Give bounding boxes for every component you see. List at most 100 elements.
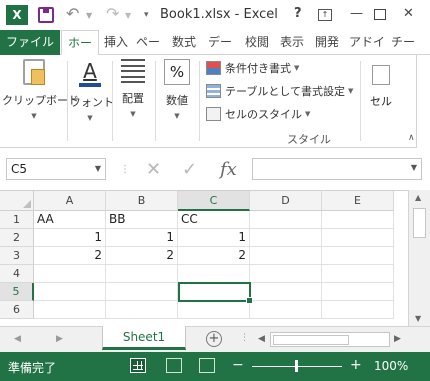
minimize-button[interactable]: — [350,6,363,21]
excel-app-icon[interactable]: X [6,5,28,25]
active-cell-selection[interactable] [178,282,253,304]
cell-d1[interactable] [250,211,322,229]
number-button[interactable]: % 数値 ▼ [159,59,195,120]
tab-file[interactable]: ファイル [0,30,60,55]
close-button[interactable]: ✕ [403,6,414,21]
ribbon-scroll[interactable] [416,55,430,148]
cell-a5[interactable] [34,283,106,301]
tab-team[interactable]: チー [388,30,418,55]
row-header-1[interactable]: 1 [0,211,34,229]
formula-input[interactable]: ▼ [252,158,422,180]
column-header-e[interactable]: E [322,191,394,211]
tab-developer[interactable]: 開発 [311,30,343,55]
add-sheet-button[interactable]: + [206,331,222,347]
cell-b3[interactable]: 2 [106,247,178,265]
redo-dropdown-icon[interactable]: ▼ [125,11,131,20]
clipboard-button[interactable]: クリップボード ▼ [2,59,79,120]
cell-a1[interactable]: AA [34,211,106,229]
zoom-out-button[interactable]: − [232,357,244,373]
conditional-formatting-button[interactable]: 条件付き書式 ▼ [206,59,299,77]
cell-e2[interactable] [322,229,394,247]
redo-icon[interactable]: ↷ [106,4,119,23]
tab-home[interactable]: ホー [61,30,99,56]
cell-e4[interactable] [322,265,394,283]
cell-c6[interactable] [178,301,250,319]
cell-b1[interactable]: BB [106,211,178,229]
column-header-b[interactable]: B [106,191,178,211]
tab-insert[interactable]: 挿入 [101,30,131,55]
sheet-tab-sheet1[interactable]: Sheet1 [102,326,186,350]
tab-view[interactable]: 表示 [276,30,308,55]
cancel-icon[interactable]: ✕ [146,159,161,180]
cell-d6[interactable] [250,301,322,319]
cell-c3[interactable]: 2 [178,247,250,265]
cell-c4[interactable] [178,265,250,283]
help-button[interactable]: ? [294,6,302,21]
page-break-preview-button[interactable] [199,358,215,373]
collapse-ribbon-icon[interactable]: ∧ [408,133,415,143]
formula-bar-splitter[interactable]: ⋮ [120,164,131,175]
undo-icon[interactable]: ↶ [66,4,79,23]
cell-d4[interactable] [250,265,322,283]
cell-b4[interactable] [106,265,178,283]
alignment-button[interactable]: 配置 ▼ [116,59,150,118]
next-sheet-icon[interactable]: ▶ [56,334,63,344]
chevron-down-icon[interactable]: ▼ [95,159,101,179]
horizontal-scroll-thumb[interactable] [273,335,349,345]
cell-d5[interactable] [250,283,322,301]
row-header-6[interactable]: 6 [0,301,34,319]
normal-view-button[interactable] [130,358,146,373]
cell-a3[interactable]: 2 [34,247,106,265]
maximize-button[interactable] [374,9,386,20]
cell-e3[interactable] [322,247,394,265]
scroll-left-icon[interactable]: ◀ [258,334,265,344]
cell-b2[interactable]: 1 [106,229,178,247]
cell-a4[interactable] [34,265,106,283]
tab-page-layout[interactable]: ペー [133,30,163,55]
customize-qat-icon[interactable]: ▾ [144,10,149,20]
cell-d3[interactable] [250,247,322,265]
tab-splitter[interactable]: ⋮ [240,333,249,343]
zoom-level[interactable]: 100% [374,359,408,373]
cell-a2[interactable]: 1 [34,229,106,247]
vertical-scrollbar[interactable]: ▲ ▼ [408,190,430,326]
format-as-table-button[interactable]: テーブルとして書式設定 ▼ [206,82,353,100]
tab-data[interactable]: デー [204,30,236,55]
row-header-5[interactable]: 5 [0,283,34,301]
insert-function-icon[interactable]: fx [220,159,237,180]
scroll-down-icon[interactable]: ▼ [415,314,421,323]
prev-sheet-icon[interactable]: ◀ [14,334,21,344]
scroll-right-icon[interactable]: ▶ [394,334,401,344]
tab-addins[interactable]: アドイ [346,30,388,55]
cell-b5[interactable] [106,283,178,301]
cells-button[interactable]: セル [366,59,396,109]
cell-d2[interactable] [250,229,322,247]
undo-dropdown-icon[interactable]: ▼ [86,11,92,20]
row-header-3[interactable]: 3 [0,247,34,265]
enter-icon[interactable]: ✓ [182,159,197,180]
scroll-thumb[interactable] [413,208,426,238]
tab-formulas[interactable]: 数式 [168,30,200,55]
cell-a6[interactable] [34,301,106,319]
scroll-up-icon[interactable]: ▲ [415,193,421,202]
zoom-slider-thumb[interactable] [295,360,298,372]
cell-e1[interactable] [322,211,394,229]
font-button[interactable]: A フォント ▼ [70,59,114,122]
cell-c2[interactable]: 1 [178,229,250,247]
save-icon[interactable] [38,7,54,23]
cell-e6[interactable] [322,301,394,319]
select-all-button[interactable] [0,191,34,211]
cell-styles-button[interactable]: セルのスタイル ▼ [206,105,310,123]
tab-review[interactable]: 校閲 [241,30,273,55]
cell-c1[interactable]: CC [178,211,250,229]
name-box[interactable]: C5 ▼ [6,158,106,180]
cell-b6[interactable] [106,301,178,319]
page-layout-view-button[interactable] [166,358,182,373]
row-header-4[interactable]: 4 [0,265,34,283]
column-header-d[interactable]: D [250,191,322,211]
horizontal-scrollbar[interactable] [270,332,390,347]
column-header-c[interactable]: C [178,191,250,211]
column-header-a[interactable]: A [34,191,106,211]
ribbon-display-options-icon[interactable]: ↑ [318,9,332,21]
row-header-2[interactable]: 2 [0,229,34,247]
